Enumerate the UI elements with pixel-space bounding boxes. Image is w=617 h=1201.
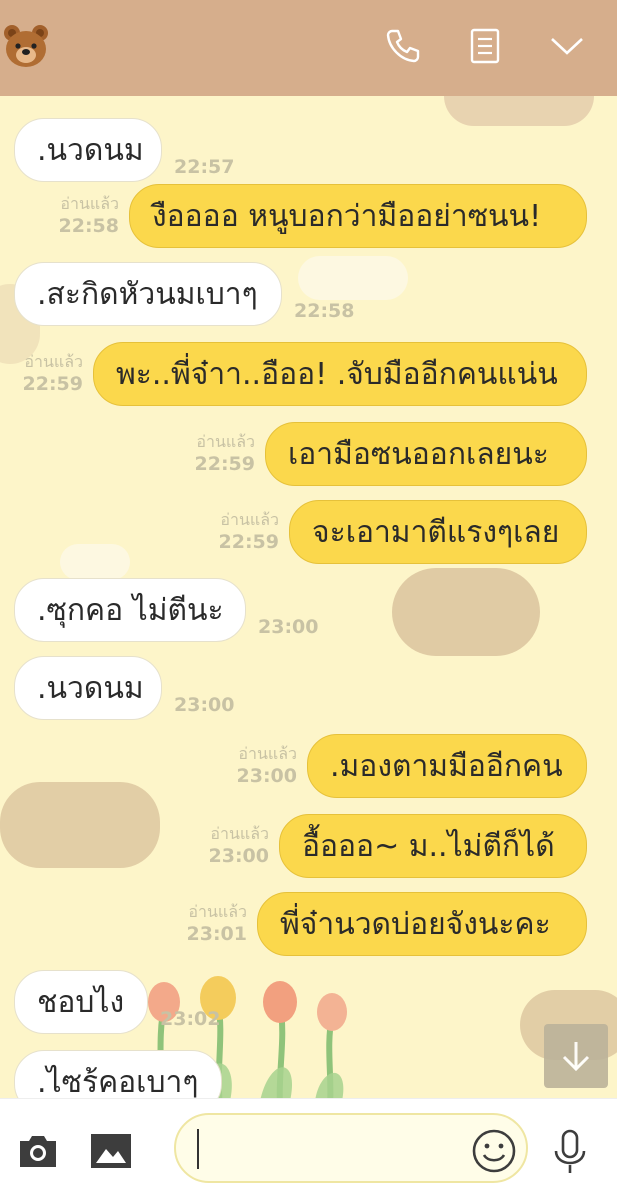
- background-decoration: [0, 782, 160, 868]
- incoming-message-bubble[interactable]: .นวดนม: [14, 656, 162, 720]
- message-time: 23:00: [236, 765, 297, 787]
- read-label: อ่านแล้ว: [210, 824, 269, 843]
- message-read-status: อ่านแล้ว 23:00: [209, 824, 269, 868]
- message-read-status: อ่านแล้ว 23:00: [237, 744, 297, 788]
- smiley-icon[interactable]: [471, 1128, 517, 1174]
- outgoing-message-bubble[interactable]: จะเอามาตีแรงๆเลย: [289, 500, 587, 564]
- outgoing-message-bubble[interactable]: เอามือซนออกเลยนะ: [265, 422, 587, 486]
- message-read-status: อ่านแล้ว 22:59: [23, 352, 83, 396]
- phone-icon[interactable]: [383, 26, 423, 66]
- incoming-message-bubble[interactable]: .นวดนม: [14, 118, 162, 182]
- notes-icon[interactable]: [465, 26, 505, 66]
- background-decoration: [444, 96, 594, 126]
- bear-avatar-icon[interactable]: [2, 22, 50, 70]
- message-input-bar: [0, 1098, 617, 1201]
- read-label: อ่านแล้ว: [220, 510, 279, 529]
- scroll-to-bottom-button[interactable]: [544, 1024, 608, 1088]
- read-label: อ่านแล้ว: [188, 902, 247, 921]
- outgoing-message-bubble[interactable]: .มองตามมืออีกคน: [307, 734, 587, 798]
- outgoing-message-bubble[interactable]: พี่จ๋านวดบ่อยจังนะคะ: [257, 892, 587, 956]
- text-cursor: [197, 1129, 199, 1169]
- arrow-down-icon: [562, 1042, 590, 1072]
- message-read-status: อ่านแล้ว 22:59: [219, 510, 279, 554]
- outgoing-message-bubble[interactable]: อื้อออ~ ม..ไม่ตีก็ได้: [279, 814, 587, 878]
- message-time: 22:59: [218, 531, 279, 553]
- incoming-message-bubble[interactable]: .สะกิดหัวนมเบาๆ: [14, 262, 282, 326]
- incoming-message-bubble[interactable]: .ซุกคอ ไม่ตีนะ: [14, 578, 246, 642]
- message-time: 22:59: [22, 373, 83, 395]
- message-time: 23:00: [174, 694, 235, 716]
- chevron-down-icon[interactable]: [547, 26, 587, 66]
- background-decoration: [298, 256, 408, 300]
- read-label: อ่านแล้ว: [238, 744, 297, 763]
- message-time: 23:00: [208, 845, 269, 867]
- outgoing-message-bubble[interactable]: พะ..พี่จ๋าา..อืออ! .จับมืออีกคนแน่น: [93, 342, 587, 406]
- chat-header: [0, 0, 617, 96]
- incoming-message-bubble[interactable]: ชอบไง: [14, 970, 148, 1034]
- microphone-icon[interactable]: [551, 1129, 589, 1175]
- camera-icon[interactable]: [17, 1133, 59, 1169]
- message-time: 23:00: [258, 616, 319, 638]
- message-time: 23:02: [160, 1008, 221, 1030]
- message-time: 22:58: [58, 215, 119, 237]
- message-time: 22:58: [294, 300, 355, 322]
- message-time: 23:01: [186, 923, 247, 945]
- chat-history[interactable]: .นวดนม 22:57 งืออออ หนูบอกว่ามืออย่าซนน! อ่…: [0, 96, 617, 1098]
- message-time: 22:59: [194, 453, 255, 475]
- image-icon[interactable]: [90, 1133, 132, 1169]
- message-time: 22:57: [174, 156, 235, 178]
- message-read-status: อ่านแล้ว 22:58: [59, 194, 119, 238]
- background-decoration: [392, 568, 540, 656]
- message-read-status: อ่านแล้ว 23:01: [187, 902, 247, 946]
- read-label: อ่านแล้ว: [24, 352, 83, 371]
- read-label: อ่านแล้ว: [196, 432, 255, 451]
- message-read-status: อ่านแล้ว 22:59: [195, 432, 255, 476]
- incoming-message-bubble[interactable]: .ไซร้คอเบาๆ: [14, 1050, 222, 1098]
- background-decoration: [60, 544, 130, 580]
- read-label: อ่านแล้ว: [60, 194, 119, 213]
- outgoing-message-bubble[interactable]: งืออออ หนูบอกว่ามืออย่าซนน!: [129, 184, 587, 248]
